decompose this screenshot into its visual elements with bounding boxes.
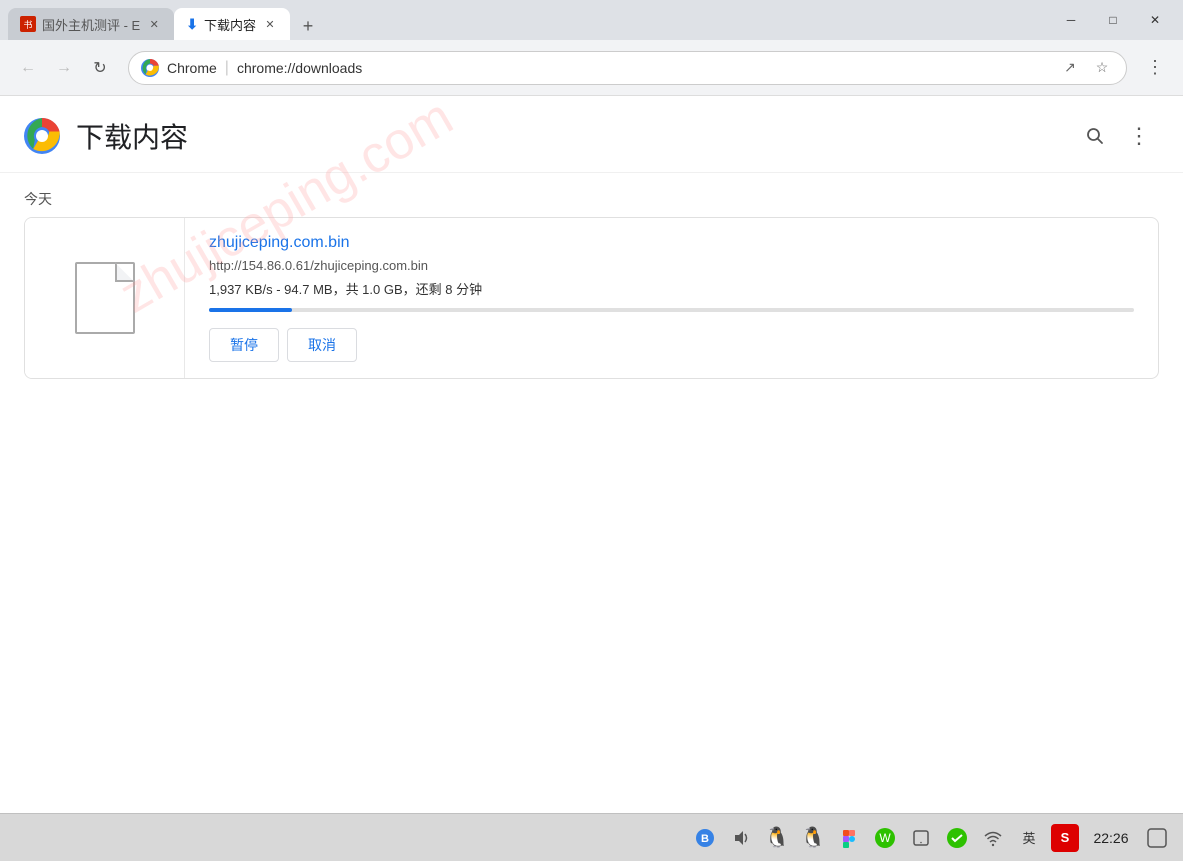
minimize-button[interactable]: ─ [1051, 6, 1091, 34]
download-icon-area [25, 218, 185, 378]
qq1-icon[interactable]: 🐧 [763, 824, 791, 852]
download-item: zhujiceping.com.bin http://154.86.0.61/z… [24, 217, 1159, 379]
taskbar-time: 22:26 [1087, 830, 1135, 846]
wechat-icon[interactable]: W [871, 824, 899, 852]
volume-icon[interactable] [727, 824, 755, 852]
nav-brand: Chrome [167, 60, 217, 76]
progress-bar-container [209, 308, 1134, 312]
address-bar[interactable]: Chrome | chrome://downloads ↗ ☆ [128, 51, 1127, 85]
new-tab-button[interactable]: + [294, 12, 322, 40]
more-actions-button[interactable]: ⋮ [1119, 116, 1159, 156]
downloads-header-actions: ⋮ [1075, 116, 1159, 156]
tab-inactive[interactable]: 书 国外主机测评 - E ✕ [8, 8, 174, 40]
address-url: chrome://downloads [237, 60, 1050, 76]
downloads-header: 下载内容 ⋮ [0, 96, 1183, 173]
lang-icon[interactable]: 英 [1015, 824, 1043, 852]
tab-favicon-inactive: 书 [20, 16, 36, 32]
svg-text:书: 书 [23, 20, 32, 30]
tab-download-icon: ⬇ [186, 16, 198, 33]
download-details: zhujiceping.com.bin http://154.86.0.61/z… [185, 218, 1158, 378]
tab-title-active: 下载内容 [204, 15, 256, 34]
check-icon[interactable] [943, 824, 971, 852]
download-url: http://154.86.0.61/zhujiceping.com.bin [209, 258, 1134, 273]
download-filename[interactable]: zhujiceping.com.bin [209, 234, 1134, 252]
forward-button[interactable]: → [48, 52, 80, 84]
file-icon [75, 262, 135, 334]
search-icon [1085, 126, 1105, 146]
download-speed: 1,937 KB/s - 94.7 MB，共 1.0 GB，还剩 8 分钟 [209, 279, 1134, 298]
section-today-label: 今天 [24, 173, 1159, 217]
taskbar: B 🐧 🐧 W 英 S 22:26 [0, 813, 1183, 861]
tab-title-inactive: 国外主机测评 - E [42, 15, 140, 34]
browser-menu-button[interactable]: ⋮ [1139, 52, 1171, 84]
search-button[interactable] [1075, 116, 1115, 156]
notification-icon[interactable] [1143, 824, 1171, 852]
downloads-header-left: 下载内容 [24, 116, 188, 156]
chrome-logo-large-icon [24, 118, 60, 154]
download-actions: 暂停 取消 [209, 328, 1134, 362]
progress-bar-fill [209, 308, 292, 312]
wifi-icon[interactable] [979, 824, 1007, 852]
back-button[interactable]: ← [12, 52, 44, 84]
pause-button[interactable]: 暂停 [209, 328, 279, 362]
page-content: zhujiceping.com 下载内容 ⋮ 今天 [0, 96, 1183, 813]
svg-text:W: W [879, 831, 891, 845]
star-icon[interactable]: ☆ [1090, 56, 1114, 80]
figma-icon[interactable] [835, 824, 863, 852]
close-button[interactable]: ✕ [1135, 6, 1175, 34]
bluetooth-icon[interactable]: B [691, 824, 719, 852]
share-icon[interactable]: ↗ [1058, 56, 1082, 80]
url-separator: | [225, 59, 229, 77]
page-title: 下载内容 [76, 116, 188, 156]
reload-button[interactable]: ↻ [84, 52, 116, 84]
chrome-logo-icon [141, 59, 159, 77]
tablet-icon[interactable] [907, 824, 935, 852]
title-bar: 书 国外主机测评 - E ✕ ⬇ 下载内容 ✕ + ─ □ ✕ [0, 0, 1183, 40]
nav-bar: ← → ↻ Chrome | chrome://downloads ↗ ☆ ⋮ [0, 40, 1183, 96]
qq2-icon[interactable]: 🐧 [799, 824, 827, 852]
restore-button[interactable]: □ [1093, 6, 1133, 34]
tab-close-active[interactable]: ✕ [262, 16, 278, 32]
cancel-button[interactable]: 取消 [287, 328, 357, 362]
sougou-icon[interactable]: S [1051, 824, 1079, 852]
downloads-list: 今天 zhujiceping.com.bin http://154.86.0.6… [0, 173, 1183, 379]
tab-close-inactive[interactable]: ✕ [146, 16, 162, 32]
svg-text:B: B [701, 833, 709, 845]
tab-active[interactable]: ⬇ 下载内容 ✕ [174, 8, 290, 40]
window-controls: ─ □ ✕ [1051, 6, 1175, 34]
